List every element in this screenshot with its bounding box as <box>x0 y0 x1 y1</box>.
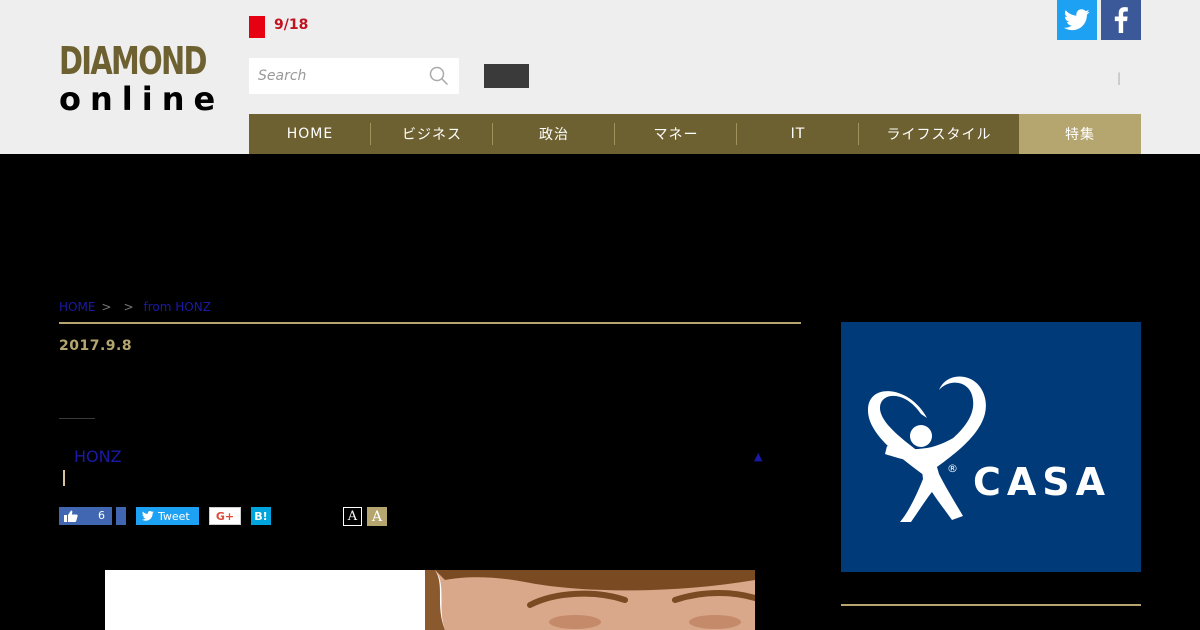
text-cursor <box>63 470 65 486</box>
breadcrumb-separator: > <box>123 300 134 314</box>
child-photo <box>105 570 755 630</box>
registered-mark: ® <box>947 462 958 475</box>
tweet-button[interactable]: Tweet <box>136 507 199 525</box>
article-hero-image <box>105 570 755 630</box>
nav-item-home[interactable]: HOME <box>249 114 371 154</box>
breadcrumb-separator: > <box>101 300 112 314</box>
logo-diamond: DIAMOND <box>59 39 207 83</box>
breadcrumb-current[interactable]: from HONZ <box>144 300 211 314</box>
tweet-label: Tweet <box>158 509 190 523</box>
sidebar-divider <box>841 604 1141 606</box>
facebook-share-button[interactable] <box>116 507 126 525</box>
hatena-bookmark-button[interactable]: B! <box>251 507 271 525</box>
search-box <box>249 58 459 94</box>
site-header: DIAMOND online 9/18 | HOME ビジネス 政治 マネー I… <box>0 0 1200 154</box>
up-arrow-icon[interactable]: ▲ <box>754 450 762 463</box>
like-count: 6 <box>98 509 105 522</box>
facebook-link[interactable] <box>1101 0 1141 40</box>
ad-brand-name: CASA <box>973 460 1112 504</box>
main-nav: HOME ビジネス 政治 マネー IT ライフスタイル 特集 <box>249 114 1141 154</box>
google-plus-button[interactable]: G+ <box>209 507 241 525</box>
site-logo[interactable]: DIAMOND online <box>59 42 221 115</box>
sidebar-ad[interactable]: ® CASA <box>841 322 1141 572</box>
search-input[interactable] <box>249 58 419 94</box>
nav-item-politics[interactable]: 政治 <box>493 114 615 154</box>
breadcrumb-divider <box>59 322 801 324</box>
nav-item-lifestyle[interactable]: ライフスタイル <box>859 114 1019 154</box>
breadcrumb-home[interactable]: HOME <box>59 300 95 314</box>
nav-item-money[interactable]: マネー <box>615 114 737 154</box>
twitter-link[interactable] <box>1057 0 1097 40</box>
facebook-icon <box>1114 7 1128 33</box>
header-date: 9/18 <box>274 17 309 33</box>
twitter-icon <box>1064 9 1090 31</box>
logo-online: online <box>59 80 225 118</box>
nav-item-business[interactable]: ビジネス <box>371 114 493 154</box>
thumbs-up-icon <box>64 510 78 522</box>
header-dark-button[interactable] <box>484 64 529 88</box>
header-separator: | <box>1117 71 1122 85</box>
article-date: 2017.9.8 <box>59 338 133 354</box>
nav-item-it[interactable]: IT <box>737 114 859 154</box>
font-size-large-button[interactable]: A <box>367 507 387 526</box>
date-marker <box>249 16 265 38</box>
search-icon[interactable] <box>429 66 449 86</box>
author-link[interactable]: HONZ <box>74 447 122 466</box>
twitter-icon <box>142 511 154 521</box>
nav-item-feature[interactable]: 特集 <box>1019 114 1141 154</box>
font-size-small-button[interactable]: A <box>343 507 362 526</box>
breadcrumb: HOME > > from HONZ <box>59 300 211 314</box>
title-divider <box>59 418 95 419</box>
